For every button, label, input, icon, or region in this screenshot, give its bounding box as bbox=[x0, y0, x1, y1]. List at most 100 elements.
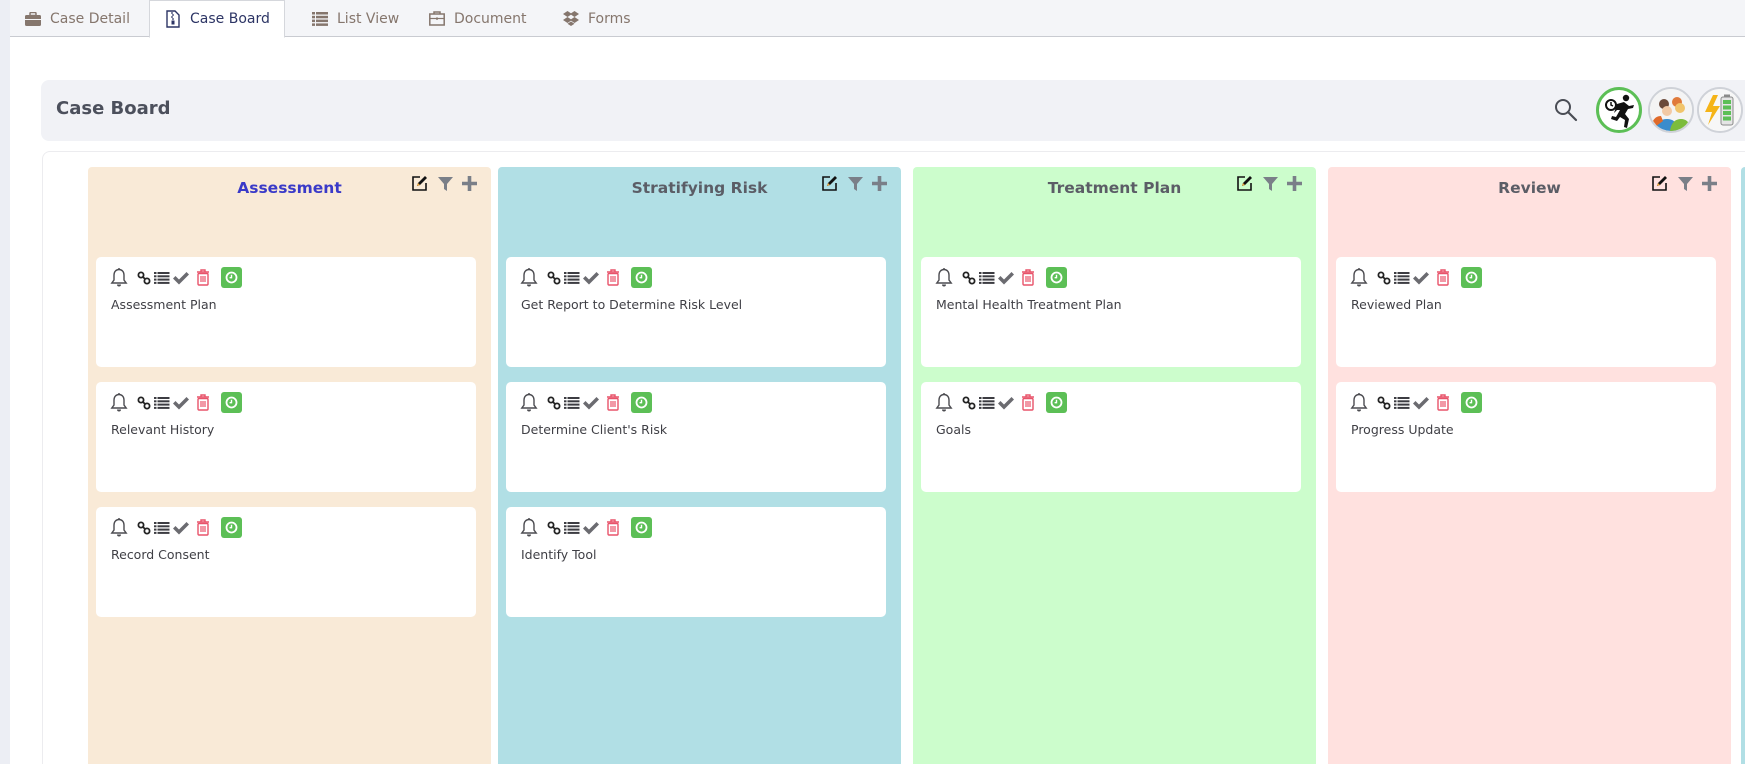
list-icon[interactable] bbox=[979, 396, 995, 410]
task-card[interactable]: Mental Health Treatment Plan bbox=[921, 257, 1301, 367]
tab-case-board[interactable]: Case Board bbox=[149, 0, 285, 38]
card-title: Record Consent bbox=[111, 547, 210, 562]
card-actions bbox=[520, 517, 652, 538]
link-icon[interactable] bbox=[1377, 271, 1391, 285]
trash-icon[interactable] bbox=[196, 394, 210, 411]
bell-icon[interactable] bbox=[1350, 392, 1368, 413]
card-actions bbox=[935, 267, 1067, 288]
edit-icon[interactable] bbox=[1236, 175, 1254, 192]
task-card[interactable]: Relevant History bbox=[96, 382, 476, 492]
trash-icon[interactable] bbox=[1021, 269, 1035, 286]
trash-icon[interactable] bbox=[606, 394, 620, 411]
link-icon[interactable] bbox=[547, 396, 561, 410]
link-icon[interactable] bbox=[137, 521, 151, 535]
plus-icon[interactable] bbox=[462, 176, 477, 191]
link-icon[interactable] bbox=[962, 271, 976, 285]
trash-icon[interactable] bbox=[1436, 394, 1450, 411]
clock-icon[interactable] bbox=[631, 267, 652, 288]
list-icon[interactable] bbox=[564, 396, 580, 410]
task-card[interactable]: Reviewed Plan bbox=[1336, 257, 1716, 367]
clock-icon[interactable] bbox=[221, 267, 242, 288]
task-card[interactable]: Determine Client's Risk bbox=[506, 382, 886, 492]
tab-case-detail[interactable]: Case Detail bbox=[10, 0, 144, 37]
clock-icon[interactable] bbox=[1046, 392, 1067, 413]
runner-timer-avatar[interactable] bbox=[1596, 87, 1642, 133]
check-icon[interactable] bbox=[1412, 396, 1430, 410]
list-icon[interactable] bbox=[154, 396, 170, 410]
clock-icon[interactable] bbox=[1461, 267, 1482, 288]
edit-icon[interactable] bbox=[411, 175, 429, 192]
tab-document[interactable]: Document bbox=[414, 0, 541, 37]
clock-icon[interactable] bbox=[221, 392, 242, 413]
bell-icon[interactable] bbox=[110, 517, 128, 538]
filter-icon[interactable] bbox=[1678, 176, 1693, 192]
task-card[interactable]: Assessment Plan bbox=[96, 257, 476, 367]
card-actions bbox=[1350, 267, 1482, 288]
trash-icon[interactable] bbox=[196, 519, 210, 536]
clock-icon[interactable] bbox=[631, 392, 652, 413]
card-actions bbox=[1350, 392, 1482, 413]
link-icon[interactable] bbox=[962, 396, 976, 410]
trash-icon[interactable] bbox=[196, 269, 210, 286]
bell-icon[interactable] bbox=[110, 392, 128, 413]
link-icon[interactable] bbox=[1377, 396, 1391, 410]
card-title: Goals bbox=[936, 422, 971, 437]
list-icon[interactable] bbox=[564, 271, 580, 285]
clock-icon[interactable] bbox=[1046, 267, 1067, 288]
check-icon[interactable] bbox=[997, 271, 1015, 285]
team-avatar[interactable] bbox=[1648, 87, 1694, 133]
tab-forms[interactable]: Forms bbox=[548, 0, 645, 37]
trash-icon[interactable] bbox=[1436, 269, 1450, 286]
check-icon[interactable] bbox=[582, 521, 600, 535]
check-icon[interactable] bbox=[582, 271, 600, 285]
link-icon[interactable] bbox=[547, 271, 561, 285]
plus-icon[interactable] bbox=[872, 176, 887, 191]
clock-icon[interactable] bbox=[221, 517, 242, 538]
trash-icon[interactable] bbox=[606, 519, 620, 536]
task-card[interactable]: Get Report to Determine Risk Level bbox=[506, 257, 886, 367]
battery-charge-avatar[interactable] bbox=[1697, 87, 1743, 133]
trash-icon[interactable] bbox=[1021, 394, 1035, 411]
list-icon[interactable] bbox=[1394, 271, 1410, 285]
bell-icon[interactable] bbox=[110, 267, 128, 288]
check-icon[interactable] bbox=[172, 521, 190, 535]
task-card[interactable]: Record Consent bbox=[96, 507, 476, 617]
bell-icon[interactable] bbox=[935, 392, 953, 413]
task-card[interactable]: Identify Tool bbox=[506, 507, 886, 617]
case-board-header: Case Board bbox=[41, 80, 1745, 141]
task-card[interactable]: Goals bbox=[921, 382, 1301, 492]
list-icon[interactable] bbox=[1394, 396, 1410, 410]
column-tools bbox=[821, 175, 887, 192]
bell-icon[interactable] bbox=[520, 267, 538, 288]
bell-icon[interactable] bbox=[520, 392, 538, 413]
list-icon[interactable] bbox=[979, 271, 995, 285]
filter-icon[interactable] bbox=[1263, 176, 1278, 192]
filter-icon[interactable] bbox=[848, 176, 863, 192]
list-icon[interactable] bbox=[154, 271, 170, 285]
check-icon[interactable] bbox=[172, 271, 190, 285]
check-icon[interactable] bbox=[172, 396, 190, 410]
link-icon[interactable] bbox=[137, 396, 151, 410]
tab-list-view[interactable]: List View bbox=[297, 0, 413, 37]
bell-icon[interactable] bbox=[935, 267, 953, 288]
filter-icon[interactable] bbox=[438, 176, 453, 192]
trash-icon[interactable] bbox=[606, 269, 620, 286]
plus-icon[interactable] bbox=[1702, 176, 1717, 191]
check-icon[interactable] bbox=[582, 396, 600, 410]
search-icon[interactable] bbox=[1553, 97, 1579, 123]
bell-icon[interactable] bbox=[520, 517, 538, 538]
clock-icon[interactable] bbox=[1461, 392, 1482, 413]
list-icon[interactable] bbox=[564, 521, 580, 535]
check-icon[interactable] bbox=[1412, 271, 1430, 285]
bell-icon[interactable] bbox=[1350, 267, 1368, 288]
edit-icon[interactable] bbox=[1651, 175, 1669, 192]
check-icon[interactable] bbox=[997, 396, 1015, 410]
card-actions bbox=[110, 392, 242, 413]
link-icon[interactable] bbox=[547, 521, 561, 535]
link-icon[interactable] bbox=[137, 271, 151, 285]
list-icon[interactable] bbox=[154, 521, 170, 535]
clock-icon[interactable] bbox=[631, 517, 652, 538]
task-card[interactable]: Progress Update bbox=[1336, 382, 1716, 492]
edit-icon[interactable] bbox=[821, 175, 839, 192]
plus-icon[interactable] bbox=[1287, 176, 1302, 191]
